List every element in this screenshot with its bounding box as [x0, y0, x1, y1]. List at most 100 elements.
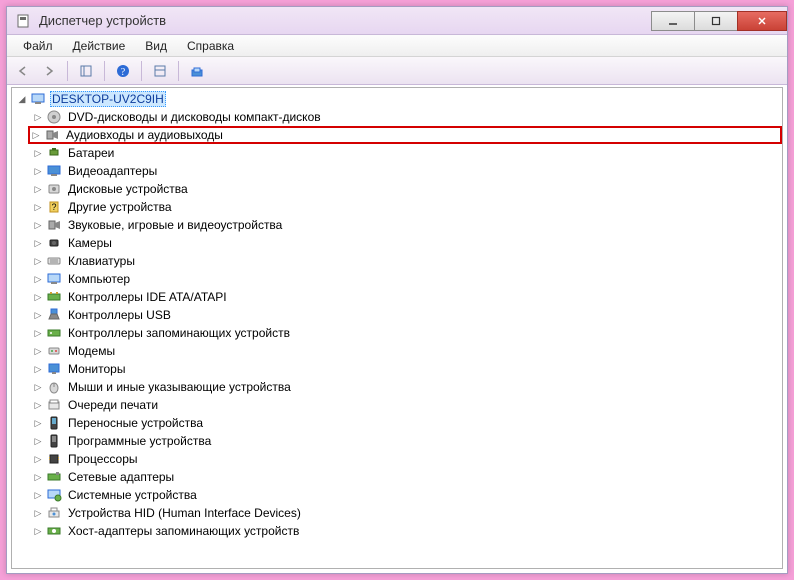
category-icon [46, 523, 62, 539]
category-icon [46, 487, 62, 503]
toolbar-separator [141, 61, 142, 81]
menu-help[interactable]: Справка [177, 37, 244, 55]
expand-icon[interactable]: ▷ [32, 273, 44, 285]
expand-icon[interactable]: ▷ [32, 363, 44, 375]
tree-item-label: Звуковые, игровые и видеоустройства [66, 218, 284, 232]
expand-icon[interactable]: ▷ [32, 291, 44, 303]
menubar: Файл Действие Вид Справка [7, 35, 787, 57]
expand-icon[interactable]: ▷ [32, 111, 44, 123]
tree-item-label: Сетевые адаптеры [66, 470, 176, 484]
tree-item-label: Переносные устройства [66, 416, 205, 430]
expand-icon[interactable]: ▷ [32, 381, 44, 393]
tree-item[interactable]: ▷ Звуковые, игровые и видеоустройства [28, 216, 782, 234]
category-icon [46, 451, 62, 467]
category-icon [46, 343, 62, 359]
expand-icon[interactable]: ▷ [32, 309, 44, 321]
tree-item-label: Другие устройства [66, 200, 174, 214]
collapse-icon[interactable]: ◢ [16, 93, 28, 105]
tree-item[interactable]: ▷ Переносные устройства [28, 414, 782, 432]
device-tree: ◢ DESKTOP-UV2C9IH ▷ DVD-дисководы и диско… [12, 90, 782, 540]
category-icon [46, 433, 62, 449]
close-button[interactable] [737, 11, 787, 31]
tree-item[interactable]: ▷Аудиовходы и аудиовыходы [28, 126, 782, 144]
tree-item[interactable]: ▷ Сетевые адаптеры [28, 468, 782, 486]
category-icon [46, 253, 62, 269]
forward-button[interactable] [37, 60, 61, 82]
tree-item-label: Мониторы [66, 362, 127, 376]
menu-action[interactable]: Действие [63, 37, 136, 55]
tree-item[interactable]: ▷ DVD-дисководы и дисководы компакт-диско… [28, 108, 782, 126]
expand-icon[interactable]: ▷ [32, 435, 44, 447]
category-icon [46, 217, 62, 233]
expand-icon[interactable]: ▷ [32, 489, 44, 501]
category-icon [46, 109, 62, 125]
tree-item[interactable]: ▷Программные устройства [28, 432, 782, 450]
expand-icon[interactable]: ▷ [32, 471, 44, 483]
svg-text:?: ? [121, 67, 126, 78]
svg-text:?: ? [51, 202, 56, 212]
menu-file[interactable]: Файл [13, 37, 63, 55]
minimize-button[interactable] [651, 11, 695, 31]
tree-item[interactable]: ▷ Мыши и иные указывающие устройства [28, 378, 782, 396]
tree-item-label: Контроллеры IDE ATA/ATAPI [66, 290, 229, 304]
category-icon [46, 379, 62, 395]
expand-icon[interactable]: ▷ [32, 219, 44, 231]
tree-item-label: Очереди печати [66, 398, 160, 412]
tree-item[interactable]: ▷Системные устройства [28, 486, 782, 504]
expand-icon[interactable]: ▷ [30, 129, 42, 141]
expand-icon[interactable]: ▷ [32, 507, 44, 519]
category-icon [46, 505, 62, 521]
expand-icon[interactable]: ▷ [32, 417, 44, 429]
category-icon [46, 415, 62, 431]
category-icon [46, 469, 62, 485]
tree-root[interactable]: ◢ DESKTOP-UV2C9IH [12, 90, 782, 108]
tree-item-label: Видеоадаптеры [66, 164, 159, 178]
tree-item[interactable]: ▷Модемы [28, 342, 782, 360]
maximize-button[interactable] [694, 11, 738, 31]
expand-icon[interactable]: ▷ [32, 453, 44, 465]
tree-item-label: Батареи [66, 146, 116, 160]
computer-icon [30, 91, 46, 107]
tree-item[interactable]: ▷Дисковые устройства [28, 180, 782, 198]
tree-item[interactable]: ▷Контроллеры запоминающих устройств [28, 324, 782, 342]
expand-icon[interactable]: ▷ [32, 183, 44, 195]
tree-item[interactable]: ▷? Другие устройства [28, 198, 782, 216]
tree-item[interactable]: ▷Клавиатуры [28, 252, 782, 270]
tree-item[interactable]: ▷ Процессоры [28, 450, 782, 468]
tree-item-label: Процессоры [66, 452, 140, 466]
tree-item[interactable]: ▷ Контроллеры IDE ATA/ATAPI [28, 288, 782, 306]
category-icon [46, 145, 62, 161]
tree-item-label: DVD-дисководы и дисководы компакт-дисков [66, 110, 323, 124]
tree-item[interactable]: ▷Контроллеры USB [28, 306, 782, 324]
category-icon [46, 361, 62, 377]
device-tree-panel[interactable]: ◢ DESKTOP-UV2C9IH ▷ DVD-дисководы и диско… [11, 87, 783, 569]
tree-item[interactable]: ▷ Устройства HID (Human Interface Devices… [28, 504, 782, 522]
tree-item[interactable]: ▷ Очереди печати [28, 396, 782, 414]
expand-icon[interactable]: ▷ [32, 399, 44, 411]
show-hide-tree-button[interactable] [74, 60, 98, 82]
root-label: DESKTOP-UV2C9IH [50, 91, 166, 107]
expand-icon[interactable]: ▷ [32, 201, 44, 213]
expand-icon[interactable]: ▷ [32, 255, 44, 267]
window-controls [652, 11, 787, 31]
scan-hardware-button[interactable] [148, 60, 172, 82]
help-button[interactable]: ? [111, 60, 135, 82]
tree-item-label: Устройства HID (Human Interface Devices) [66, 506, 303, 520]
tree-item[interactable]: ▷ Видеоадаптеры [28, 162, 782, 180]
expand-icon[interactable]: ▷ [32, 237, 44, 249]
expand-icon[interactable]: ▷ [32, 147, 44, 159]
tree-item-label: Мыши и иные указывающие устройства [66, 380, 293, 394]
expand-icon[interactable]: ▷ [32, 165, 44, 177]
expand-icon[interactable]: ▷ [32, 345, 44, 357]
menu-view[interactable]: Вид [135, 37, 177, 55]
tree-item[interactable]: ▷Компьютер [28, 270, 782, 288]
show-hidden-button[interactable] [185, 60, 209, 82]
tree-item[interactable]: ▷Хост-адаптеры запоминающих устройств [28, 522, 782, 540]
expand-icon[interactable]: ▷ [32, 525, 44, 537]
back-button[interactable] [11, 60, 35, 82]
tree-item[interactable]: ▷ Мониторы [28, 360, 782, 378]
category-icon [46, 307, 62, 323]
tree-item[interactable]: ▷ Батареи [28, 144, 782, 162]
tree-item[interactable]: ▷Камеры [28, 234, 782, 252]
expand-icon[interactable]: ▷ [32, 327, 44, 339]
